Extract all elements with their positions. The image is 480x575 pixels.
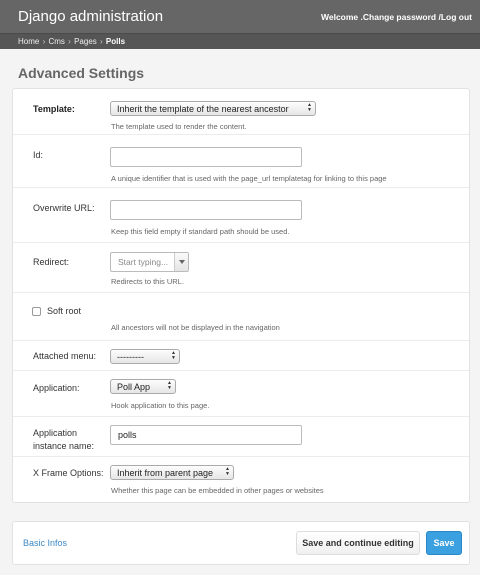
id-label: Id: <box>33 150 44 160</box>
breadcrumb-separator: › <box>68 37 71 46</box>
application-instance-label-line2: instance name: <box>33 441 95 451</box>
logout-link[interactable]: Log out <box>441 12 472 22</box>
form-row-overwrite-url: Overwrite URL: Keep this field empty if … <box>13 188 469 243</box>
page-title: Advanced Settings <box>18 65 145 81</box>
redirect-help: Redirects to this URL. <box>111 277 184 286</box>
application-select[interactable]: Poll App ▲ ▼ <box>110 379 176 394</box>
application-label: Application: <box>33 383 80 393</box>
attached-menu-label: Attached menu: <box>33 351 97 361</box>
breadcrumb-pages[interactable]: Pages <box>74 37 97 46</box>
user-tools: Welcome .Change password /Log out <box>321 12 472 22</box>
form-row-application-instance: Application instance name: <box>13 417 469 457</box>
application-instance-label-line1: Application <box>33 428 78 438</box>
form-row-redirect: Redirect: Start typing... Redirects to t… <box>13 243 469 293</box>
form-row-x-frame-options: X Frame Options: Inherit from parent pag… <box>13 457 469 504</box>
redirect-combobox[interactable]: Start typing... <box>110 252 189 272</box>
select-arrows-icon: ▲ ▼ <box>167 380 172 391</box>
application-instance-input[interactable] <box>110 425 302 445</box>
breadcrumb-current: Polls <box>105 37 126 46</box>
site-header: Django administration Welcome .Change pa… <box>0 0 480 33</box>
select-arrows-icon: ▲ ▼ <box>307 102 312 113</box>
save-button[interactable]: Save <box>426 531 462 555</box>
attached-menu-value: --------- <box>117 352 144 362</box>
welcome-text: Welcome <box>321 11 361 22</box>
form-row-attached-menu: Attached menu: --------- ▲ ▼ <box>13 341 469 371</box>
redirect-dropdown-button[interactable] <box>174 253 188 271</box>
breadcrumb-cms[interactable]: Cms <box>48 37 64 46</box>
advanced-settings-fieldset: Template: Inherit the template of the ne… <box>12 88 470 503</box>
site-brand[interactable]: Django administration <box>18 8 163 25</box>
redirect-placeholder: Start typing... <box>118 257 169 267</box>
overwrite-url-label: Overwrite URL: <box>33 203 95 213</box>
template-help: The template used to render the content. <box>111 122 247 131</box>
breadcrumb-separator: › <box>100 37 103 46</box>
form-row-soft-root: Soft root All ancestors will not be disp… <box>13 293 469 341</box>
application-help: Hook application to this page. <box>111 401 210 410</box>
template-select-value: Inherit the template of the nearest ance… <box>117 104 289 114</box>
x-frame-options-select[interactable]: Inherit from parent page ▲ ▼ <box>110 465 234 480</box>
id-input[interactable] <box>110 147 302 167</box>
basic-infos-link[interactable]: Basic Infos <box>23 538 67 548</box>
application-instance-label: Application instance name: <box>33 427 94 453</box>
change-password-link[interactable]: .Change password <box>361 12 437 22</box>
soft-root-label[interactable]: Soft root <box>47 305 81 318</box>
breadcrumb-separator: › <box>42 37 46 46</box>
select-arrows-icon: ▲ ▼ <box>171 350 176 361</box>
soft-root-help: All ancestors will not be displayed in t… <box>111 323 280 332</box>
submit-row: Basic Infos Save and continue editing Sa… <box>12 521 470 565</box>
form-row-id: Id: A unique identifier that is used wit… <box>13 135 469 188</box>
chevron-down-icon <box>179 260 185 264</box>
overwrite-url-help: Keep this field empty if standard path s… <box>111 227 290 236</box>
application-select-value: Poll App <box>117 382 151 392</box>
overwrite-url-input[interactable] <box>110 200 302 220</box>
attached-menu-select[interactable]: --------- ▲ ▼ <box>110 349 180 364</box>
template-select[interactable]: Inherit the template of the nearest ance… <box>110 101 316 116</box>
x-frame-options-label: X Frame Options: <box>33 468 104 478</box>
id-help: A unique identifier that is used with th… <box>111 174 387 183</box>
save-and-continue-button[interactable]: Save and continue editing <box>296 531 420 555</box>
form-row-template: Template: Inherit the template of the ne… <box>13 89 469 135</box>
breadcrumb-home[interactable]: Home <box>18 37 39 46</box>
form-row-application: Application: Poll App ▲ ▼ Hook applicatio… <box>13 371 469 417</box>
template-label: Template: <box>33 104 75 114</box>
soft-root-checkbox[interactable] <box>32 307 41 316</box>
breadcrumb: Home › Cms › Pages › Polls <box>0 33 480 49</box>
x-frame-options-value: Inherit from parent page <box>117 468 214 478</box>
redirect-label: Redirect: <box>33 257 70 267</box>
x-frame-options-help: Whether this page can be embedded in oth… <box>111 486 324 495</box>
select-arrows-icon: ▲ ▼ <box>225 466 230 477</box>
